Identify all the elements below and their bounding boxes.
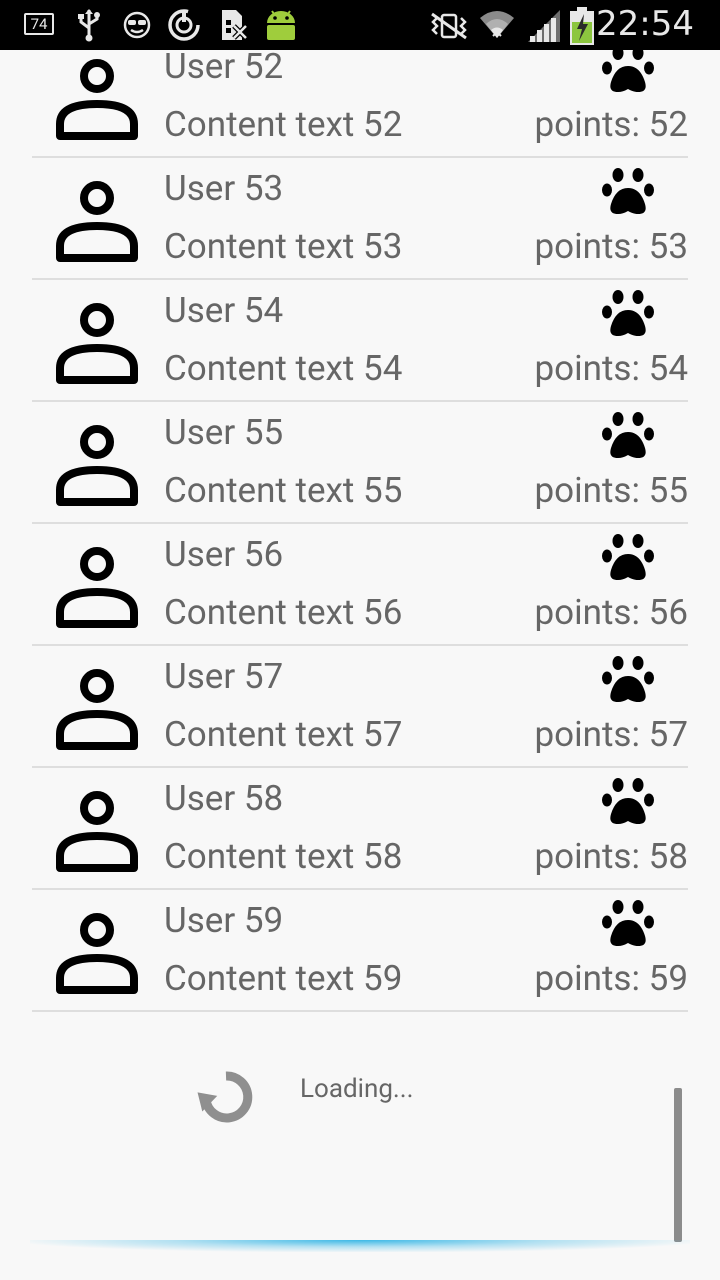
content-text: Content text 58: [164, 836, 403, 877]
points-label: points: 57: [534, 714, 688, 755]
notification-count-badge: 74: [24, 13, 54, 35]
paw-icon[interactable]: [602, 410, 654, 460]
content-text: Content text 52: [164, 104, 403, 145]
paw-icon[interactable]: [602, 288, 654, 338]
points-label: points: 56: [534, 592, 688, 633]
content-text: Content text 56: [164, 592, 403, 633]
paw-icon[interactable]: [602, 532, 654, 582]
overscroll-glow: [30, 1240, 690, 1252]
user-name: User 52: [164, 46, 284, 87]
user-name: User 54: [164, 290, 284, 331]
list-item[interactable]: User 53 Content text 53 points: 53: [32, 158, 688, 280]
paw-icon[interactable]: [602, 898, 654, 948]
paw-icon[interactable]: [602, 166, 654, 216]
user-name: User 57: [164, 656, 284, 697]
points-label: points: 52: [534, 104, 688, 145]
list-item[interactable]: User 57 Content text 57 points: 57: [32, 646, 688, 768]
person-icon: [56, 546, 138, 630]
paw-icon[interactable]: [602, 44, 654, 94]
refresh-icon: [197, 1071, 253, 1123]
list-item[interactable]: User 55 Content text 55 points: 55: [32, 402, 688, 524]
user-name: User 59: [164, 900, 284, 941]
person-icon: [56, 668, 138, 752]
content-text: Content text 55: [164, 470, 403, 511]
person-icon: [56, 58, 138, 142]
list-item[interactable]: User 56 Content text 56 points: 56: [32, 524, 688, 646]
list-item[interactable]: User 52 Content text 52 points: 52: [32, 36, 688, 158]
points-label: points: 53: [534, 226, 688, 267]
content-text: Content text 54: [164, 348, 403, 389]
content-text: Content text 53: [164, 226, 403, 267]
points-label: points: 55: [534, 470, 688, 511]
points-label: points: 54: [534, 348, 688, 389]
points-label: points: 58: [534, 836, 688, 877]
points-label: points: 59: [534, 958, 688, 999]
paw-icon[interactable]: [602, 776, 654, 826]
list-item[interactable]: User 54 Content text 54 points: 54: [32, 280, 688, 402]
list-item[interactable]: User 58 Content text 58 points: 58: [32, 768, 688, 890]
person-icon: [56, 912, 138, 996]
paw-icon[interactable]: [602, 654, 654, 704]
scrollbar[interactable]: [674, 1088, 682, 1242]
list-item[interactable]: User 59 Content text 59 points: 59: [32, 890, 688, 1012]
user-name: User 58: [164, 778, 284, 819]
person-icon: [56, 180, 138, 264]
person-icon: [56, 424, 138, 508]
content-text: Content text 59: [164, 958, 403, 999]
user-name: User 56: [164, 534, 284, 575]
person-icon: [56, 302, 138, 386]
user-name: User 53: [164, 168, 284, 209]
content-text: Content text 57: [164, 714, 403, 755]
loading-label: Loading...: [300, 1074, 414, 1104]
user-name: User 55: [164, 412, 284, 453]
person-icon: [56, 790, 138, 874]
